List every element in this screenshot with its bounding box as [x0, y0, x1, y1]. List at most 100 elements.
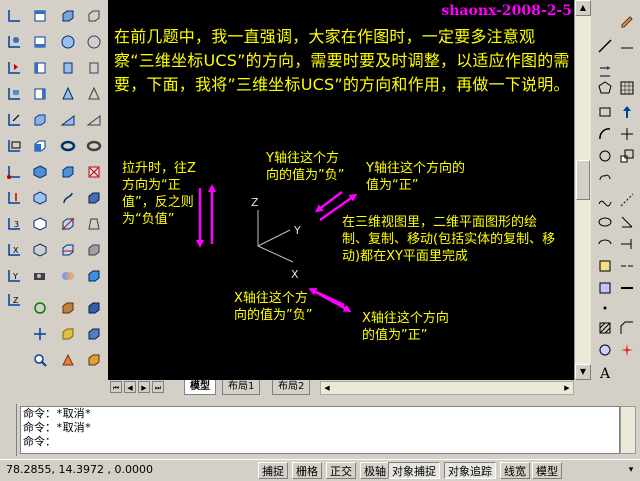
model-button[interactable]: 模型	[532, 462, 562, 479]
wedge-icon[interactable]	[60, 112, 76, 128]
left-view-icon[interactable]	[32, 60, 48, 76]
region-icon[interactable]	[597, 342, 613, 358]
interfere-icon[interactable]	[60, 268, 76, 284]
check-icon[interactable]	[86, 352, 102, 368]
camera-icon[interactable]	[32, 268, 48, 284]
circle-icon[interactable]	[597, 148, 613, 164]
setup-profile-icon[interactable]	[60, 352, 76, 368]
cylinder-icon[interactable]	[60, 60, 76, 76]
orbit-icon[interactable]	[32, 300, 48, 316]
rotate-faces-icon[interactable]	[86, 190, 102, 206]
ne-iso-icon[interactable]	[32, 216, 48, 232]
vertical-scrollbar[interactable]: ▲ ▼	[574, 0, 592, 380]
nw-iso-icon[interactable]	[32, 242, 48, 258]
horizontal-scrollbar[interactable]: ◀ ▶	[320, 381, 574, 395]
tab-last-button[interactable]: ⏭	[152, 381, 164, 393]
ortho-button[interactable]: 正交	[326, 462, 356, 479]
section-icon[interactable]	[60, 242, 76, 258]
back-view-icon[interactable]	[32, 138, 48, 154]
polygon-icon[interactable]	[597, 80, 613, 96]
tab-layout2[interactable]: 布局2	[272, 380, 311, 395]
break-icon[interactable]	[619, 258, 635, 274]
delete-faces-icon[interactable]	[86, 164, 102, 180]
insert-block-icon[interactable]	[597, 258, 613, 274]
point-icon[interactable]	[597, 300, 613, 316]
bottom-view-icon[interactable]	[32, 34, 48, 50]
slice-icon[interactable]	[60, 216, 76, 232]
setup-drawing-icon[interactable]	[60, 300, 76, 316]
ucs-prev-icon[interactable]	[6, 60, 22, 76]
ucs-zaxis-icon[interactable]	[6, 190, 22, 206]
snap-button[interactable]: 捕捉	[258, 462, 288, 479]
intersect-icon[interactable]	[86, 60, 102, 76]
command-prompt[interactable]: 命令：	[21, 435, 619, 449]
make-block-icon[interactable]	[597, 280, 613, 296]
scale-icon[interactable]	[619, 148, 635, 164]
setup-view-icon[interactable]	[60, 326, 76, 342]
pencil-icon[interactable]	[619, 12, 635, 28]
shell-icon[interactable]	[86, 326, 102, 342]
lineweight-button[interactable]: 线宽	[500, 462, 530, 479]
offset-faces-icon[interactable]	[86, 138, 102, 154]
ucs-face-icon[interactable]	[6, 86, 22, 102]
ucs-view-icon[interactable]	[6, 138, 22, 154]
move-icon[interactable]	[597, 64, 613, 80]
sw-iso-icon[interactable]	[32, 164, 48, 180]
grid-button[interactable]: 栅格	[292, 462, 322, 479]
torus-icon[interactable]	[60, 138, 76, 154]
move-faces-icon[interactable]	[86, 112, 102, 128]
hatch-icon[interactable]	[597, 320, 613, 336]
command-window[interactable]: 命令：*取消* 命令：*取消* 命令：	[20, 406, 620, 454]
tab-layout1[interactable]: 布局1	[222, 380, 261, 395]
ellipse-arc-icon[interactable]	[597, 236, 613, 252]
right-view-icon[interactable]	[32, 86, 48, 102]
ucs-3point-icon[interactable]: 3	[6, 216, 22, 232]
spline-icon[interactable]	[597, 192, 613, 208]
ucs-icon[interactable]	[6, 8, 22, 24]
revolve-icon[interactable]	[60, 190, 76, 206]
extrude-icon[interactable]	[60, 164, 76, 180]
command-window-grip[interactable]	[2, 404, 17, 456]
osnap-button[interactable]: 对象捕捉	[388, 462, 440, 479]
extrude-faces-icon[interactable]	[86, 86, 102, 102]
status-tray-icon[interactable]: ▾	[626, 465, 636, 475]
tab-next-button[interactable]: ▶	[138, 381, 150, 393]
command-scrollbar[interactable]	[620, 406, 636, 454]
text-icon[interactable]: A	[597, 364, 613, 380]
scroll-down-button[interactable]: ▼	[575, 364, 591, 380]
drawing-canvas[interactable]: shaonx-2008-2-5 在前几题中，我一直强调，大家在作图时，一定要多注…	[108, 0, 574, 380]
front-view-icon[interactable]	[32, 112, 48, 128]
ucs-x-rotate-icon[interactable]: X	[6, 242, 22, 258]
grid-icon[interactable]	[619, 80, 635, 96]
pan-icon[interactable]	[32, 326, 48, 342]
join-icon[interactable]	[619, 280, 635, 296]
arc-icon[interactable]	[597, 126, 613, 142]
ucs-z-rotate-icon[interactable]: Z	[6, 292, 22, 308]
cone-icon[interactable]	[60, 86, 76, 102]
explode-icon[interactable]	[619, 342, 635, 358]
construction-line-icon[interactable]	[619, 38, 635, 54]
scroll-thumb[interactable]	[576, 160, 590, 200]
box-icon[interactable]	[60, 8, 76, 24]
zoom-icon[interactable]	[32, 352, 48, 368]
color-faces-icon[interactable]	[86, 268, 102, 284]
polar-button[interactable]: 极轴	[360, 462, 390, 479]
tab-prev-button[interactable]: ◀	[124, 381, 136, 393]
ellipse-icon[interactable]	[597, 214, 613, 230]
ucs-world-icon[interactable]	[6, 34, 22, 50]
scroll-up-button[interactable]: ▲	[575, 0, 591, 16]
top-view-icon[interactable]	[32, 8, 48, 24]
dash-line-icon[interactable]	[619, 192, 635, 208]
subtract-icon[interactable]	[86, 34, 102, 50]
extend-icon[interactable]	[619, 236, 635, 252]
chamfer-icon[interactable]	[619, 320, 635, 336]
move-cross-icon[interactable]	[619, 126, 635, 142]
line-icon[interactable]	[597, 38, 613, 54]
hscroll-left-button[interactable]: ◀	[321, 382, 333, 394]
hscroll-right-button[interactable]: ▶	[561, 382, 573, 394]
otrack-button[interactable]: 对象追踪	[444, 462, 496, 479]
ucs-origin-icon[interactable]	[6, 164, 22, 180]
copy-faces-icon[interactable]	[86, 242, 102, 258]
rectangle-icon[interactable]	[597, 104, 613, 120]
imprint-icon[interactable]	[86, 300, 102, 316]
